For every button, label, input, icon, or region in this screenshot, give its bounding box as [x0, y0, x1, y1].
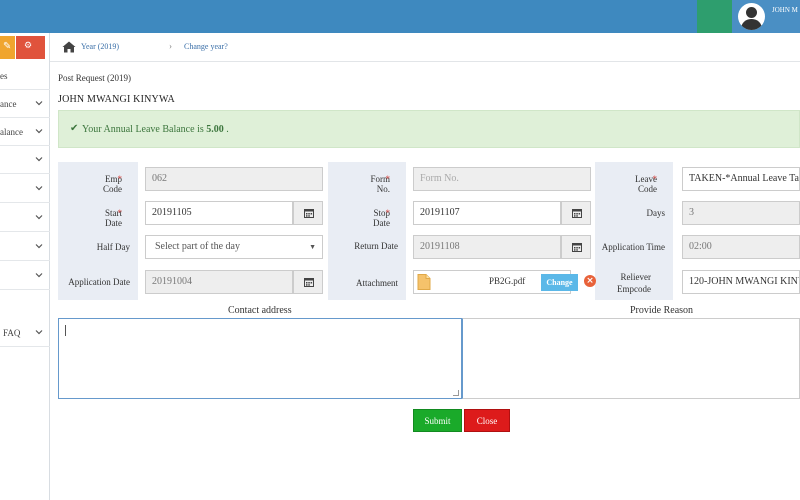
- sidebar-item-5[interactable]: [0, 175, 50, 203]
- chevron-down-icon: [35, 244, 43, 249]
- check-icon: ✔: [70, 123, 79, 134]
- attachment-label: Attachment: [328, 264, 406, 300]
- settings-shortcut-button[interactable]: ⚙: [16, 36, 45, 59]
- sidebar-item-6[interactable]: [0, 204, 50, 232]
- sidebar-shortcut-button[interactable]: ✎: [0, 36, 15, 59]
- stop-date-calendar-button[interactable]: [561, 201, 591, 225]
- application-date-calendar-button[interactable]: [293, 270, 323, 294]
- alert-suffix: .: [223, 124, 229, 135]
- start-date-field[interactable]: 20191105: [145, 201, 293, 225]
- user-menu[interactable]: JOHN M: [732, 0, 800, 33]
- half-day-label: Half Day: [58, 230, 138, 264]
- change-attachment-button[interactable]: Change: [541, 274, 578, 291]
- stop-date-label: Stop Date *: [328, 196, 406, 230]
- days-label: Days: [595, 196, 673, 230]
- start-date-label: Start Date *: [58, 196, 138, 230]
- chevron-down-icon: [35, 186, 43, 191]
- provide-reason-label: Provide Reason: [630, 305, 694, 316]
- sidebar-item-faq[interactable]: FAQ: [0, 319, 50, 347]
- chevron-down-icon: [35, 101, 43, 106]
- home-icon[interactable]: [62, 41, 76, 53]
- sidebar-item-4[interactable]: [0, 146, 50, 174]
- emp-code-label: Emp Code *: [58, 162, 138, 196]
- sidebar-item-8[interactable]: [0, 262, 50, 290]
- attachment-filename: PB2G.pdf: [489, 276, 526, 286]
- notification-area[interactable]: [697, 0, 732, 33]
- days-field[interactable]: 3: [682, 201, 800, 225]
- chevron-down-icon: [35, 330, 43, 335]
- sidebar-item-7[interactable]: [0, 233, 50, 261]
- alert-text: Your Annual Leave Balance is: [82, 124, 207, 135]
- emp-code-field[interactable]: 062: [145, 167, 323, 191]
- resize-handle-icon[interactable]: [453, 390, 459, 396]
- return-date-calendar-button[interactable]: [561, 235, 591, 259]
- application-time-label: Application Time: [595, 230, 673, 264]
- leave-balance-value: 5.00: [206, 124, 224, 135]
- application-date-label: Application Date: [58, 264, 138, 300]
- page-subtitle: Post Request (2019): [58, 73, 131, 83]
- provide-reason-textarea[interactable]: [462, 318, 800, 399]
- leave-balance-alert: ✔ Your Annual Leave Balance is 5.00 .: [58, 110, 800, 148]
- change-year-link[interactable]: Change year?: [184, 42, 228, 51]
- leave-code-label: Leave Code *: [595, 162, 673, 196]
- stop-date-field[interactable]: 20191107: [413, 201, 561, 225]
- employee-name: JOHN MWANGI KINYWA: [58, 94, 175, 105]
- remove-attachment-icon[interactable]: ×: [584, 275, 596, 287]
- chevron-down-icon: [35, 157, 43, 162]
- avatar-icon: [738, 3, 765, 30]
- calendar-icon: [572, 209, 582, 218]
- sidebar-item-1[interactable]: es: [0, 62, 50, 90]
- cogs-icon: ⚙: [24, 41, 33, 51]
- calendar-icon: [304, 209, 314, 218]
- contact-address-textarea[interactable]: [58, 318, 462, 399]
- contact-address-label: Contact address: [228, 305, 292, 316]
- close-button[interactable]: Close: [464, 409, 510, 432]
- application-time-field[interactable]: 02:00: [682, 235, 800, 259]
- breadcrumb-year[interactable]: Year (2019): [81, 42, 119, 51]
- chevron-down-icon: [35, 273, 43, 278]
- sidebar-item-3[interactable]: alance: [0, 118, 50, 146]
- application-date-field[interactable]: 20191004: [145, 270, 293, 294]
- reliever-empcode-select[interactable]: 120-JOHN MWANGI KINY: [682, 270, 800, 294]
- form-no-label: Form No. *: [328, 162, 406, 196]
- leave-code-select[interactable]: TAKEN-*Annual Leave Ta: [682, 167, 800, 191]
- calendar-icon: [304, 278, 314, 287]
- dropdown-caret-icon: ▼: [309, 243, 316, 251]
- file-icon: [417, 274, 431, 290]
- breadcrumb-separator: ›: [169, 41, 172, 51]
- submit-button[interactable]: Submit: [413, 409, 462, 432]
- return-date-field[interactable]: 20191108: [413, 235, 561, 259]
- chevron-down-icon: [35, 215, 43, 220]
- user-name: JOHN M: [772, 6, 798, 14]
- sidebar: ✎ ⚙ es ance alance FAQ: [0, 33, 50, 500]
- start-date-calendar-button[interactable]: [293, 201, 323, 225]
- breadcrumb: Year (2019) › Change year?: [50, 33, 800, 62]
- half-day-select[interactable]: Select part of the day ▼: [145, 235, 323, 259]
- chevron-down-icon: [35, 129, 43, 134]
- return-date-label: Return Date: [328, 230, 406, 264]
- top-navbar: [0, 0, 800, 33]
- edit-icon: ✎: [3, 41, 12, 52]
- sidebar-item-2[interactable]: ance: [0, 90, 50, 118]
- calendar-icon: [572, 243, 582, 252]
- reliever-empcode-label: Reliever Empcode: [595, 264, 673, 300]
- form-no-field[interactable]: Form No.: [413, 167, 591, 191]
